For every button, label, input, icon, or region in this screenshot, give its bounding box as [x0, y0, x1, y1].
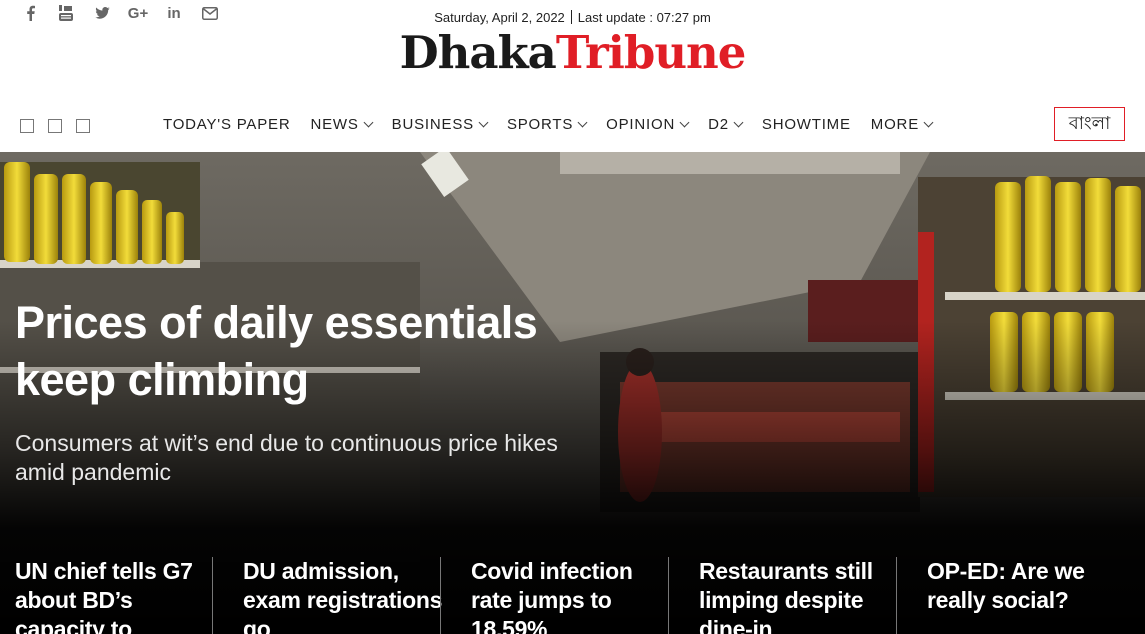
card-divider [896, 557, 897, 634]
nav-label: OPINION [606, 116, 676, 133]
hero-subheadline: Consumers at wit’s end due to continuous… [15, 430, 558, 485]
current-date: Saturday, April 2, 2022 [434, 10, 565, 25]
chevron-down-icon [577, 117, 588, 128]
chevron-down-icon [478, 117, 489, 128]
nav-item-business[interactable]: BUSINESS [391, 116, 489, 133]
card-divider [440, 557, 441, 634]
site-header: G+ in Saturday, April 2, 2022 Last update… [0, 0, 1145, 100]
nav-item-news[interactable]: NEWS [310, 116, 374, 133]
headline-card[interactable]: DU admission, exam registrations go [243, 557, 443, 634]
nav-label: TODAY'S PAPER [163, 116, 291, 133]
nav-item-opinion[interactable]: OPINION [606, 116, 690, 133]
dateline-separator [570, 10, 572, 24]
nav-item-sports[interactable]: SPORTS [506, 116, 588, 133]
main-navigation: TODAY'S PAPER NEWS BUSINESS SPORTS OPINI… [0, 100, 1145, 152]
nav-label: SHOWTIME [761, 116, 851, 133]
nav-item-d2[interactable]: D2 [708, 116, 744, 133]
logo-dhaka: Dhaka [399, 26, 557, 79]
chevron-down-icon [923, 117, 934, 128]
nav-menu: TODAY'S PAPER NEWS BUSINESS SPORTS OPINI… [163, 116, 934, 133]
chevron-down-icon [679, 117, 690, 128]
quick-icons [20, 119, 90, 133]
nav-item-todays-paper[interactable]: TODAY'S PAPER [163, 116, 290, 133]
chevron-down-icon [733, 117, 744, 128]
headline-card[interactable]: UN chief tells G7 about BD’s capacity to [15, 557, 215, 634]
card-divider [668, 557, 669, 634]
nav-label: MORE [870, 116, 919, 133]
site-logo[interactable]: DhakaTribune [0, 30, 1145, 75]
chevron-down-icon [363, 117, 374, 128]
nav-item-more[interactable]: MORE [870, 116, 934, 133]
hero-section: Prices of daily essentials keep climbing… [0, 152, 1145, 634]
nav-label: BUSINESS [391, 116, 474, 133]
search-placeholder-icon[interactable] [48, 119, 62, 133]
nav-label: NEWS [310, 116, 359, 133]
headline-cards: UN chief tells G7 about BD’s capacity to… [0, 557, 1145, 634]
menu-placeholder-icon[interactable] [20, 119, 34, 133]
hero-headline[interactable]: Prices of daily essentials keep climbing [15, 294, 615, 408]
language-switch-button[interactable]: বাংলা [1054, 107, 1125, 141]
dateline: Saturday, April 2, 2022 Last update : 07:… [0, 10, 1145, 25]
nav-label: D2 [708, 116, 729, 133]
headline-card[interactable]: Restaurants still limping despite dine-i… [699, 557, 899, 634]
logo-tribune: Tribune [555, 26, 747, 79]
headline-card[interactable]: Covid infection rate jumps to 18.59% [471, 557, 671, 634]
headline-card[interactable]: OP-ED: Are we really social? [927, 557, 1127, 615]
nav-label: SPORTS [506, 116, 574, 133]
user-placeholder-icon[interactable] [76, 119, 90, 133]
nav-item-showtime[interactable]: SHOWTIME [762, 116, 851, 133]
last-update: Last update : 07:27 pm [577, 10, 711, 25]
card-divider [212, 557, 213, 634]
